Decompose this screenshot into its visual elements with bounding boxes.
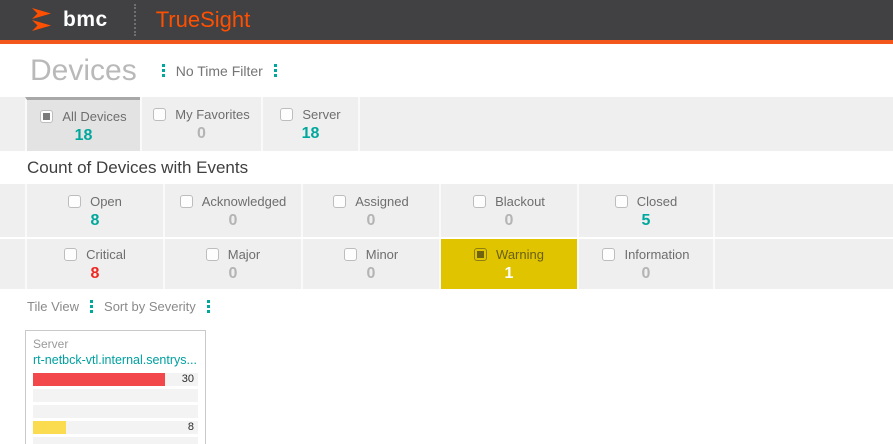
bar-fill bbox=[33, 421, 66, 434]
filter-open[interactable]: Open 8 bbox=[25, 184, 163, 237]
time-filter-menu-icon[interactable] bbox=[273, 64, 277, 77]
tab-count: 18 bbox=[301, 125, 320, 142]
device-tabs-row: All Devices 18 My Favorites 0 Server 18 bbox=[0, 97, 893, 151]
filter-label: Acknowledged bbox=[201, 193, 287, 209]
checkbox-icon[interactable] bbox=[473, 194, 487, 208]
filter-count: 0 bbox=[366, 211, 376, 229]
device-tile[interactable]: Server rt-netbck-vtl.internal.sentrys...… bbox=[25, 330, 206, 444]
tab-label: My Favorites bbox=[175, 107, 250, 122]
checkbox-icon[interactable] bbox=[280, 108, 294, 121]
bar-fill bbox=[33, 373, 165, 386]
severity-filters-row: Critical 8 Major 0 Minor 0 Warning 1 Inf… bbox=[0, 237, 893, 289]
tab-count: 18 bbox=[74, 126, 93, 144]
severity-bar-information bbox=[33, 437, 198, 444]
filter-label: Major bbox=[227, 247, 261, 262]
filter-count: 8 bbox=[90, 265, 100, 282]
bar-value: 8 bbox=[187, 421, 194, 433]
tab-label: Server bbox=[302, 107, 341, 122]
bar-value: 30 bbox=[181, 373, 194, 385]
checkbox-icon[interactable] bbox=[179, 194, 193, 208]
app-header: bmc TrueSight bbox=[0, 0, 893, 40]
tab-label: All Devices bbox=[62, 108, 127, 124]
checkbox-icon[interactable] bbox=[64, 248, 78, 261]
filter-count: 5 bbox=[641, 211, 651, 229]
filter-label: Warning bbox=[496, 247, 544, 262]
filter-count: 0 bbox=[228, 211, 238, 229]
sort-mode-menu-icon[interactable] bbox=[206, 300, 210, 313]
page-menu-icon[interactable] bbox=[161, 64, 165, 77]
filter-label: Critical bbox=[86, 247, 126, 262]
filter-blackout[interactable]: Blackout 0 bbox=[439, 184, 577, 237]
filter-count: 0 bbox=[366, 265, 376, 282]
checkbox-icon[interactable] bbox=[333, 194, 347, 208]
page-header: Devices No Time Filter bbox=[0, 44, 893, 97]
checkbox-icon[interactable] bbox=[614, 194, 628, 208]
tab-my-favorites[interactable]: My Favorites 0 bbox=[140, 97, 261, 151]
device-type-label: Server bbox=[33, 337, 69, 351]
brand-name: bmc bbox=[63, 8, 108, 31]
checkbox-icon[interactable] bbox=[343, 248, 357, 261]
checkbox-icon[interactable] bbox=[205, 248, 219, 261]
severity-bar-warning: 8 bbox=[33, 421, 198, 434]
severity-bar-major bbox=[33, 389, 198, 402]
filter-label: Open bbox=[90, 193, 122, 209]
filter-critical[interactable]: Critical 8 bbox=[25, 239, 163, 289]
tab-all-devices[interactable]: All Devices 18 bbox=[25, 97, 140, 151]
filter-warning[interactable]: Warning 1 bbox=[439, 239, 577, 289]
view-mode-label[interactable]: Tile View bbox=[27, 299, 79, 314]
checkbox-checked-icon[interactable] bbox=[474, 248, 488, 261]
sort-mode-label[interactable]: Sort by Severity bbox=[104, 299, 196, 314]
filter-label: Closed bbox=[636, 193, 678, 209]
filter-count: 0 bbox=[504, 211, 514, 229]
filter-count: 0 bbox=[641, 265, 651, 282]
filter-major[interactable]: Major 0 bbox=[163, 239, 301, 289]
filter-count: 0 bbox=[228, 265, 238, 282]
product-name: TrueSight bbox=[155, 7, 251, 32]
filter-minor[interactable]: Minor 0 bbox=[301, 239, 439, 289]
checkbox-icon[interactable] bbox=[68, 194, 82, 208]
filter-label: Blackout bbox=[495, 193, 545, 209]
filter-count: 8 bbox=[90, 211, 100, 229]
tab-count: 0 bbox=[197, 125, 206, 142]
filter-assigned[interactable]: Assigned 0 bbox=[301, 184, 439, 237]
bmc-chevrons-icon bbox=[32, 8, 51, 31]
filter-label: Minor bbox=[365, 247, 399, 262]
status-filters-row: Open 8 Acknowledged 0 Assigned 0 Blackou… bbox=[0, 184, 893, 237]
checkbox-icon[interactable] bbox=[153, 108, 167, 121]
header-divider bbox=[133, 4, 136, 36]
filter-acknowledged[interactable]: Acknowledged 0 bbox=[163, 184, 301, 237]
tab-server[interactable]: Server 18 bbox=[261, 97, 360, 151]
filter-label: Information bbox=[624, 247, 690, 262]
filter-closed[interactable]: Closed 5 bbox=[577, 184, 715, 237]
filter-information[interactable]: Information 0 bbox=[577, 239, 715, 289]
filter-count: 1 bbox=[504, 265, 514, 282]
severity-bar-critical: 30 bbox=[33, 373, 198, 386]
bmc-logo: bmc bbox=[30, 7, 108, 33]
device-name-link[interactable]: rt-netbck-vtl.internal.sentrys... bbox=[33, 353, 198, 367]
page-title: Devices bbox=[30, 53, 137, 87]
view-mode-menu-icon[interactable] bbox=[90, 300, 94, 313]
checkbox-icon[interactable] bbox=[602, 248, 616, 261]
severity-bar-minor bbox=[33, 405, 198, 418]
events-section-heading: Count of Devices with Events bbox=[0, 151, 893, 184]
filter-label: Assigned bbox=[355, 193, 409, 209]
view-toolbar: Tile View Sort by Severity bbox=[0, 289, 893, 324]
time-filter-label[interactable]: No Time Filter bbox=[176, 63, 263, 79]
checkbox-checked-icon[interactable] bbox=[40, 109, 54, 123]
